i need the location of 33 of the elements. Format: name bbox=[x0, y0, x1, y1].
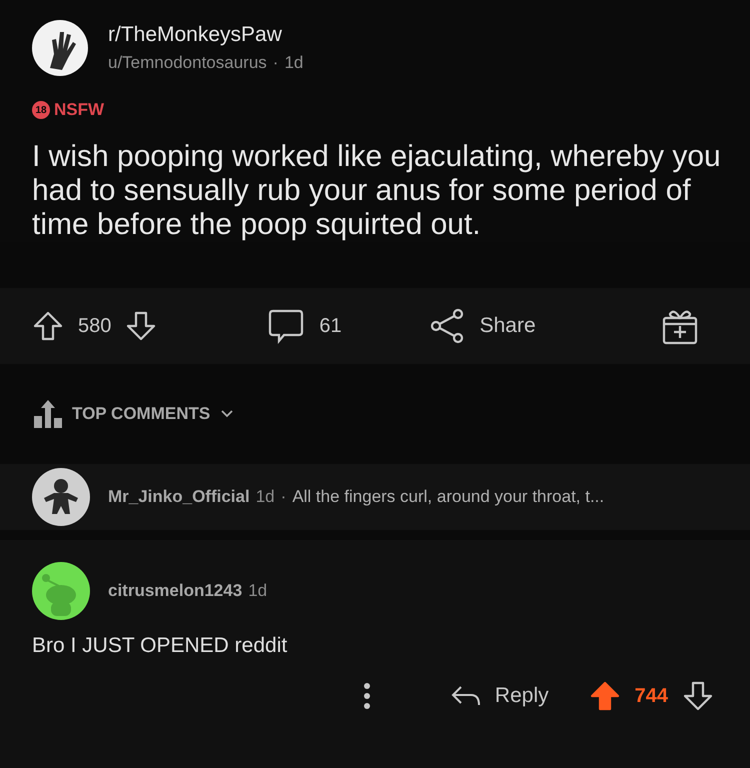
collapsed-comment[interactable]: Mr_Jinko_Official 1d · All the fingers curl, around your throat, t... bbox=[0, 464, 750, 530]
avatar-icon bbox=[32, 562, 90, 620]
comment-preview: All the fingers curl, around your throat, t... bbox=[292, 487, 604, 507]
post-author[interactable]: u/Temnodontosaurus bbox=[108, 53, 267, 73]
reply-button[interactable]: Reply bbox=[450, 684, 549, 708]
upvote-button[interactable] bbox=[32, 310, 64, 342]
vote-count: 580 bbox=[78, 314, 112, 338]
upvote-button[interactable] bbox=[588, 680, 621, 712]
share-button[interactable]: Share bbox=[428, 307, 536, 345]
avatar-icon bbox=[32, 468, 90, 526]
separator-dot: · bbox=[272, 53, 278, 73]
subreddit-avatar-icon[interactable] bbox=[32, 20, 88, 76]
downvote-button[interactable] bbox=[125, 310, 158, 342]
podium-icon bbox=[32, 398, 64, 430]
comment-author[interactable]: Mr_Jinko_Official bbox=[108, 487, 250, 507]
nsfw-label: NSFW bbox=[54, 100, 104, 120]
post-title: I wish pooping worked like ejaculating, whereby you had to sensually rub your anus for some period of time before the poop squirted out. bbox=[32, 140, 722, 242]
age-badge: 18 bbox=[32, 101, 50, 119]
comment-icon[interactable] bbox=[267, 307, 306, 345]
comment-author[interactable]: citrusmelon1243 bbox=[108, 581, 242, 601]
comment-text: Bro I JUST OPENED reddit bbox=[32, 634, 288, 658]
downvote-button[interactable] bbox=[682, 680, 714, 712]
reply-icon bbox=[450, 685, 481, 707]
subreddit-name[interactable]: r/TheMonkeysPaw bbox=[108, 23, 304, 47]
more-options-icon[interactable] bbox=[362, 682, 371, 710]
post-age: 1d bbox=[284, 53, 304, 73]
comment-age: 1d bbox=[256, 487, 275, 507]
comment-age: 1d bbox=[248, 581, 268, 601]
separator-dot: · bbox=[280, 487, 286, 507]
sort-dropdown[interactable]: TOP COMMENTS bbox=[72, 404, 234, 424]
vote-count: 744 bbox=[634, 684, 668, 708]
comment-count: 61 bbox=[319, 314, 342, 338]
chevron-down-icon bbox=[220, 409, 234, 419]
